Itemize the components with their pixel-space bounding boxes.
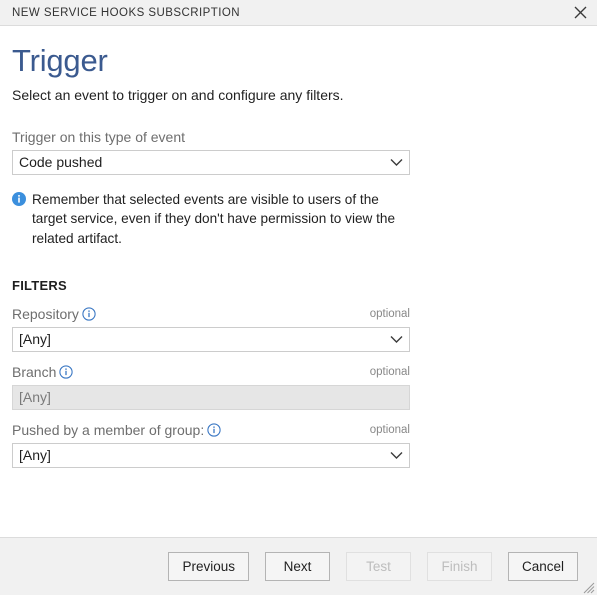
pushed-by-group-select-wrap: [Any] [12,442,410,468]
dialog-title: NEW SERVICE HOOKS SUBSCRIPTION [12,6,240,19]
close-button[interactable] [563,0,597,25]
info-circle-outline-icon[interactable] [59,365,74,379]
dialog-body: Trigger Select an event to trigger on an… [0,26,597,537]
resize-grip-icon[interactable] [581,580,595,594]
dialog-titlebar: NEW SERVICE HOOKS SUBSCRIPTION [0,0,597,26]
repository-label: Repository [12,305,79,322]
pushed-by-group-filter-field: Pushed by a member of group: optional [A… [12,421,585,468]
visibility-note-text: Remember that selected events are visibl… [32,191,396,246]
info-circle-outline-icon[interactable] [207,423,221,437]
cancel-button[interactable]: Cancel [507,552,578,581]
event-type-field: Trigger on this type of event Code pushe… [12,128,585,175]
next-button[interactable]: Next [264,552,330,581]
pushed-by-group-label: Pushed by a member of group: [12,421,205,438]
event-type-select-wrap: Code pushed [12,149,410,175]
branch-value: [Any] [19,389,51,406]
pushed-by-group-value: [Any] [19,447,51,464]
page-title: Trigger [12,43,108,78]
pushed-by-group-label-group: Pushed by a member of group: [12,421,221,440]
finish-button: Finish [426,552,492,581]
visibility-note: Remember that selected events are visibl… [12,190,412,248]
event-type-value: Code pushed [19,154,103,171]
branch-select: [Any] [12,384,410,410]
branch-select-wrap: [Any] [12,384,410,410]
info-circle-filled-icon [12,191,26,206]
pushed-by-group-select[interactable]: [Any] [12,442,410,468]
repository-select[interactable]: [Any] [12,326,410,352]
repository-select-wrap: [Any] [12,326,410,352]
branch-label-group: Branch [12,363,74,382]
pushed-by-group-label-row: Pushed by a member of group: optional [12,421,410,440]
page-subtitle: Select an event to trigger on and config… [12,86,344,103]
branch-optional-tag: optional [369,366,410,379]
info-circle-outline-icon[interactable] [82,307,96,322]
previous-button[interactable]: Previous [168,552,249,581]
event-type-select[interactable]: Code pushed [12,149,410,175]
branch-filter-field: Branch optional [Any] [12,363,585,410]
event-type-label-row: Trigger on this type of event [12,128,410,147]
repository-label-row: Repository optional [12,305,410,324]
event-type-label: Trigger on this type of event [12,128,186,145]
repository-filter-field: Repository optional [Any] [12,305,585,352]
dialog-footer: Previous Next Test Finish Cancel [0,537,597,595]
repository-optional-tag: optional [369,308,410,321]
close-icon [574,6,587,19]
branch-label: Branch [12,363,57,380]
filters-heading: FILTERS [12,277,67,293]
pushed-by-group-optional-tag: optional [369,424,410,437]
branch-label-row: Branch optional [12,363,410,382]
repository-label-group: Repository [12,305,96,324]
test-button: Test [345,552,411,581]
new-service-hooks-subscription-dialog: NEW SERVICE HOOKS SUBSCRIPTION Trigger S… [0,0,597,595]
repository-value: [Any] [19,331,51,348]
